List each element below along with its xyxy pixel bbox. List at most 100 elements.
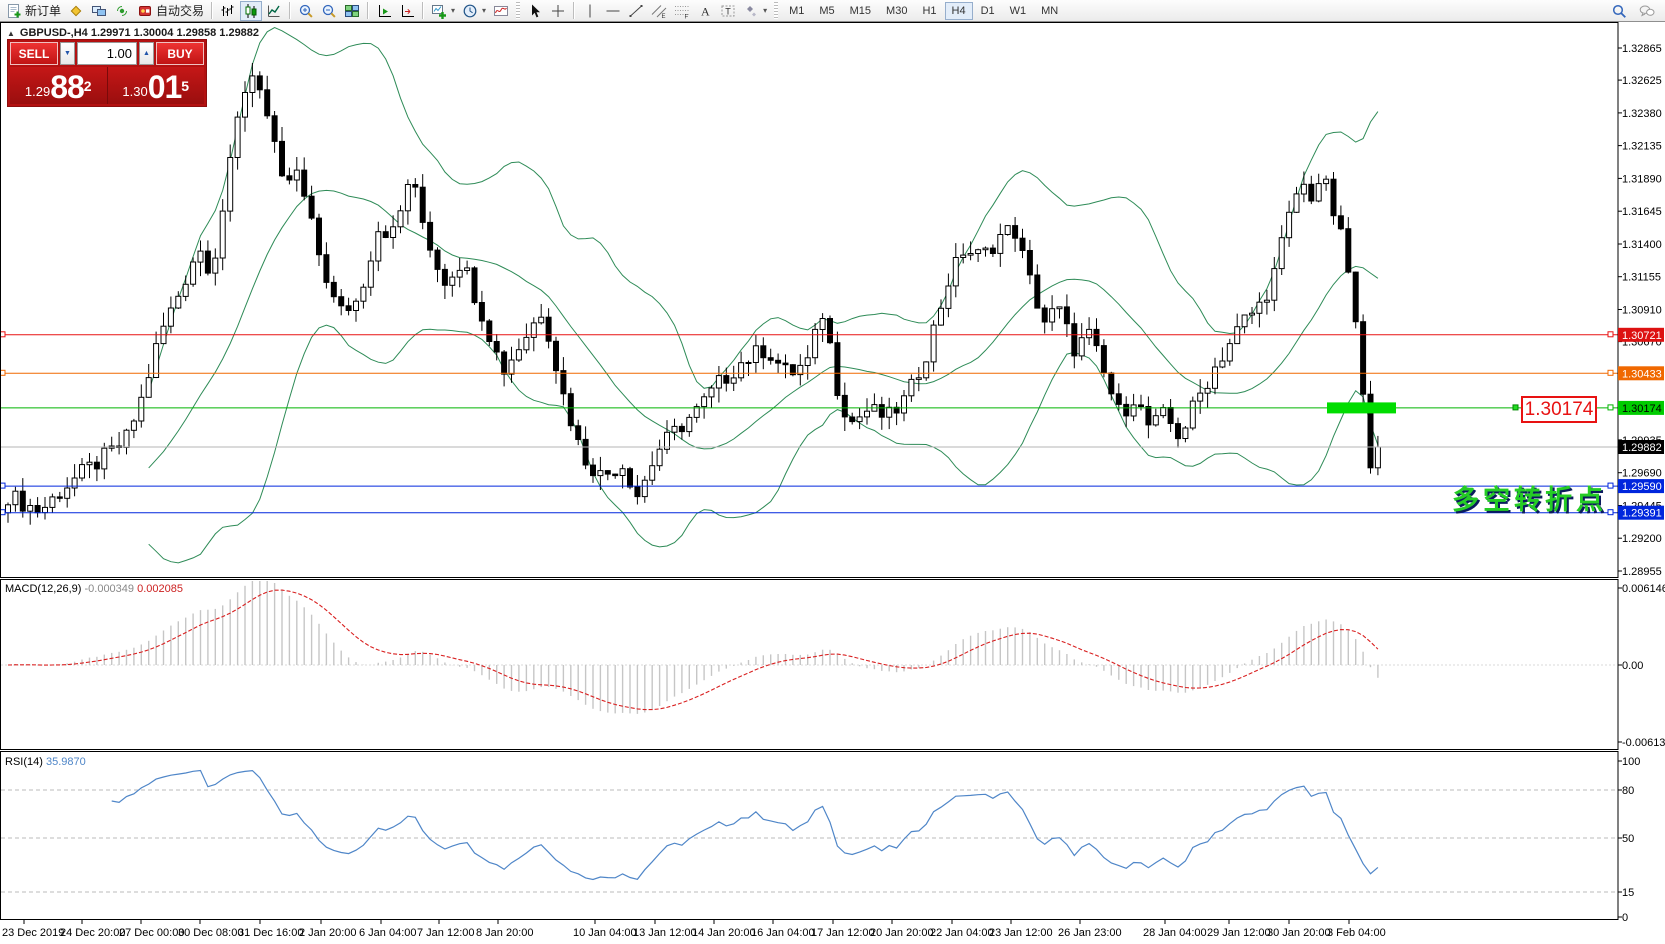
new-chart-button[interactable]: ▾: [428, 1, 458, 21]
timeframe-h1-button[interactable]: H1: [915, 2, 943, 20]
toolbar: 新订单自动交易▾▾EFAT▾M1M5M15M30H1H4D1W1MN: [0, 0, 1665, 22]
svg-text:6 Jan 04:00: 6 Jan 04:00: [359, 927, 417, 939]
fibonacci-button[interactable]: F: [671, 1, 693, 21]
clock-icon: [462, 3, 478, 19]
cursor-button[interactable]: [524, 1, 546, 21]
timeframe-d1-button[interactable]: D1: [974, 2, 1002, 20]
svg-text:3 Feb 04:00: 3 Feb 04:00: [1327, 927, 1386, 939]
market-watch-icon: [91, 3, 107, 19]
auto-scroll-button[interactable]: [396, 1, 418, 21]
crosshair-icon: [550, 3, 566, 19]
line-chart-icon: [266, 3, 282, 19]
trendline-button[interactable]: [625, 1, 647, 21]
timeframe-m15-button[interactable]: M15: [843, 2, 878, 20]
indicators-button[interactable]: [490, 1, 512, 21]
volume-increase-button[interactable]: ▲: [139, 42, 154, 65]
svg-text:1.31400: 1.31400: [1622, 239, 1662, 251]
svg-text:23 Dec 2019: 23 Dec 2019: [2, 927, 64, 939]
svg-text:17 Jan 12:00: 17 Jan 12:00: [811, 927, 875, 939]
svg-text:MACD(12,26,9) -0.000349 0.0020: MACD(12,26,9) -0.000349 0.002085: [5, 583, 183, 595]
vline-icon: [582, 3, 598, 19]
toolbar-separator: [367, 2, 369, 19]
hline-icon: [605, 3, 621, 19]
new-order-icon: [6, 3, 22, 19]
market-watch-button[interactable]: [88, 1, 110, 21]
svg-text:1.30433: 1.30433: [1622, 368, 1662, 380]
search-icon: [1611, 3, 1627, 19]
svg-text:1.32625: 1.32625: [1622, 75, 1662, 87]
text-button[interactable]: A: [694, 1, 716, 21]
chart-shift-button[interactable]: [373, 1, 395, 21]
toolbar-grip: [774, 2, 778, 19]
svg-text:24 Dec 20:00: 24 Dec 20:00: [60, 927, 125, 939]
dropdown-arrow-icon: ▾: [763, 6, 767, 15]
vertical-line-button[interactable]: [579, 1, 601, 21]
zoom-out-icon: [321, 3, 337, 19]
sell-price-display[interactable]: 1.29882: [10, 67, 108, 104]
trendline-segment-object[interactable]: [1327, 402, 1396, 413]
zoom-out-button[interactable]: [318, 1, 340, 21]
signal-button[interactable]: [111, 1, 133, 21]
text-icon: A: [697, 3, 713, 19]
svg-text:80: 80: [1622, 785, 1634, 797]
period-button[interactable]: ▾: [459, 1, 489, 21]
shapes-button[interactable]: ▾: [740, 1, 770, 21]
svg-text:1.32380: 1.32380: [1622, 108, 1662, 120]
svg-text:0: 0: [1622, 912, 1628, 924]
triangle-up-icon: ▲: [143, 50, 150, 57]
profile-button[interactable]: [65, 1, 87, 21]
svg-text:1.31890: 1.31890: [1622, 173, 1662, 185]
timeframe-h4-button[interactable]: H4: [945, 2, 973, 20]
svg-text:1.29200: 1.29200: [1622, 533, 1662, 545]
volume-decrease-button[interactable]: ▼: [60, 42, 75, 65]
timeframe-m30-button[interactable]: M30: [879, 2, 914, 20]
chart-canvas[interactable]: 1.328651.326251.323801.321351.318901.316…: [0, 0, 1665, 944]
svg-text:15: 15: [1622, 887, 1634, 899]
svg-text:29 Jan 12:00: 29 Jan 12:00: [1207, 927, 1271, 939]
turning-point-annotation[interactable]: 多空转折点: [1452, 478, 1607, 517]
chat-button[interactable]: [1636, 1, 1658, 21]
timeframe-m5-button[interactable]: M5: [812, 2, 841, 20]
buy-price-display[interactable]: 1.30015: [108, 67, 205, 104]
trendline-icon: [628, 3, 644, 19]
svg-text:1.30174: 1.30174: [1622, 403, 1662, 415]
volume-input[interactable]: [77, 42, 137, 65]
candlestick-button[interactable]: [240, 1, 262, 21]
timeframe-w1-button[interactable]: W1: [1003, 2, 1034, 20]
new-order-button[interactable]: 新订单: [3, 1, 64, 21]
shapes-icon: [743, 3, 759, 19]
svg-text:23 Jan 12:00: 23 Jan 12:00: [989, 927, 1053, 939]
horizontal-line-button[interactable]: [602, 1, 624, 21]
svg-text:2 Jan 20:00: 2 Jan 20:00: [299, 927, 357, 939]
svg-text:1.29391: 1.29391: [1622, 508, 1662, 520]
line-chart-button[interactable]: [263, 1, 285, 21]
toolbar-grip: [516, 2, 520, 19]
label-icon: T: [720, 3, 736, 19]
svg-text:50: 50: [1622, 833, 1634, 845]
text-label-button[interactable]: T: [717, 1, 739, 21]
tile-windows-button[interactable]: [341, 1, 363, 21]
crosshair-button[interactable]: [547, 1, 569, 21]
svg-text:28 Jan 04:00: 28 Jan 04:00: [1143, 927, 1207, 939]
collapse-arrow-icon[interactable]: ▲: [7, 29, 15, 38]
sell-button[interactable]: SELL: [10, 42, 58, 65]
svg-text:27 Dec 00:00: 27 Dec 00:00: [119, 927, 184, 939]
triangle-down-icon: ▼: [64, 50, 71, 57]
svg-text:30 Dec 08:00: 30 Dec 08:00: [178, 927, 243, 939]
sell-price-prefix: 1.29: [25, 82, 50, 102]
timeframe-m1-button[interactable]: M1: [782, 2, 811, 20]
search-button[interactable]: [1608, 1, 1630, 21]
buy-price-pip: 5: [181, 67, 189, 105]
candlestick-icon: [243, 3, 259, 19]
price-label-box[interactable]: 1.30174: [1521, 396, 1597, 423]
svg-text:0.006146: 0.006146: [1622, 583, 1665, 595]
auto-trading-button[interactable]: 自动交易: [134, 1, 207, 21]
buy-button[interactable]: BUY: [156, 42, 204, 65]
timeframe-mn-button[interactable]: MN: [1034, 2, 1065, 20]
equidistant-channel-button[interactable]: E: [648, 1, 670, 21]
svg-text:16 Jan 04:00: 16 Jan 04:00: [751, 927, 815, 939]
label-handle[interactable]: [1513, 405, 1518, 410]
bar-chart-button[interactable]: [217, 1, 239, 21]
svg-text:RSI(14) 35.9870: RSI(14) 35.9870: [5, 756, 86, 768]
zoom-in-button[interactable]: [295, 1, 317, 21]
